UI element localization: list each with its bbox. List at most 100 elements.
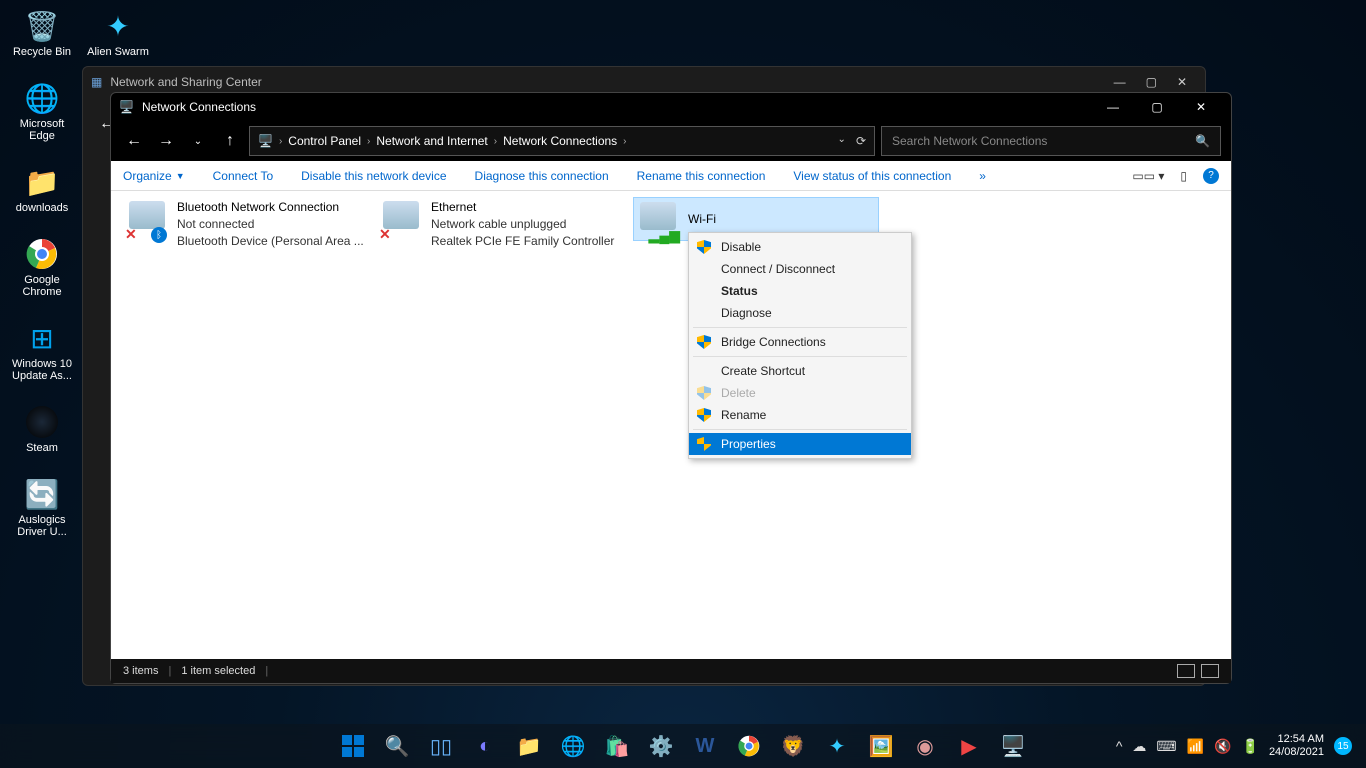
- ctx-label: Bridge Connections: [721, 335, 826, 349]
- breadcrumb-segment[interactable]: Network and Internet: [376, 134, 487, 148]
- brave-button[interactable]: 🦁: [774, 727, 812, 765]
- settings-button[interactable]: ⚙️: [642, 727, 680, 765]
- minimize-button[interactable]: —: [1114, 75, 1126, 89]
- chevron-down-icon: ▼: [176, 171, 185, 181]
- ctx-label: Connect / Disconnect: [721, 262, 835, 276]
- start-button[interactable]: [334, 727, 372, 765]
- widgets-button[interactable]: ◐: [466, 727, 504, 765]
- notification-badge[interactable]: 15: [1334, 737, 1352, 755]
- view-options-button[interactable]: ▭▭ ▾: [1132, 169, 1164, 183]
- ctx-connect-disconnect[interactable]: Connect / Disconnect: [689, 258, 911, 280]
- ctx-properties[interactable]: Properties: [689, 433, 911, 455]
- edge-button[interactable]: 🌐: [554, 727, 592, 765]
- ctx-rename[interactable]: Rename: [689, 404, 911, 426]
- steam-icon: [22, 402, 62, 442]
- windows-icon: ⊞: [22, 318, 62, 358]
- titlebar[interactable]: 🖥️ Network Connections — ▢ ✕: [111, 93, 1231, 121]
- close-button[interactable]: ✕: [1179, 93, 1223, 121]
- adapter-icon: ✕ᛒ: [125, 199, 169, 243]
- ctx-status[interactable]: Status: [689, 280, 911, 302]
- toolbar-disable[interactable]: Disable this network device: [301, 169, 446, 183]
- desktop-icon-steam[interactable]: Steam: [6, 402, 78, 454]
- adapter-ethernet[interactable]: ✕ Ethernet Network cable unplugged Realt…: [379, 199, 629, 249]
- desktop-icon-downloads[interactable]: 📁downloads: [6, 162, 78, 214]
- maximize-button[interactable]: ▢: [1135, 93, 1179, 121]
- ctx-disable[interactable]: Disable: [689, 236, 911, 258]
- photos-button[interactable]: 🖼️: [862, 727, 900, 765]
- maximize-button[interactable]: ▢: [1146, 75, 1157, 89]
- refresh-button[interactable]: ⟳: [856, 134, 866, 148]
- desktop-icon-label: Alien Swarm: [87, 46, 149, 58]
- toolbar-connect-to[interactable]: Connect To: [213, 169, 274, 183]
- volume-icon[interactable]: 🔇: [1214, 738, 1231, 755]
- breadcrumb-segment[interactable]: Network Connections: [503, 134, 617, 148]
- chrome-button[interactable]: [730, 727, 768, 765]
- organize-menu[interactable]: Organize▼: [123, 169, 185, 183]
- search-icon: 🔍: [1195, 134, 1210, 148]
- adapter-bluetooth[interactable]: ✕ᛒ Bluetooth Network Connection Not conn…: [125, 199, 375, 249]
- toolbar-overflow[interactable]: »: [979, 169, 986, 183]
- large-icons-view-button[interactable]: [1201, 664, 1219, 678]
- desktop-icon-label: Windows 10 Update As...: [6, 358, 78, 382]
- window-title: Network Connections: [142, 100, 256, 114]
- folder-icon: 📁: [22, 162, 62, 202]
- search-button[interactable]: 🔍: [378, 727, 416, 765]
- adapter-icon: ✕: [379, 199, 423, 243]
- task-view-button[interactable]: ▯▯: [422, 727, 460, 765]
- desktop-icon-edge[interactable]: 🌐Microsoft Edge: [6, 78, 78, 142]
- clock[interactable]: 12:54 AM 24/08/2021: [1269, 733, 1324, 759]
- store-button[interactable]: 🛍️: [598, 727, 636, 765]
- nav-back-button[interactable]: ←: [121, 128, 147, 154]
- preview-pane-button[interactable]: ▯: [1180, 169, 1187, 183]
- desktop-icon-recycle-bin[interactable]: 🗑️Recycle Bin: [6, 6, 78, 58]
- minimize-button[interactable]: —: [1091, 93, 1135, 121]
- desktop-icon-chrome[interactable]: Google Chrome: [6, 234, 78, 298]
- keyboard-icon[interactable]: ⌨: [1156, 738, 1176, 755]
- battery-icon[interactable]: 🔋: [1242, 738, 1259, 755]
- nav-recent-dropdown[interactable]: ⌄: [185, 128, 211, 154]
- control-panel-button[interactable]: 🖥️: [994, 727, 1032, 765]
- nav-up-button[interactable]: ↑: [217, 128, 243, 154]
- shield-icon: [697, 240, 711, 254]
- toolbar-rename[interactable]: Rename this connection: [637, 169, 766, 183]
- close-button[interactable]: ✕: [1177, 75, 1187, 89]
- desktop-icon-alienswarm[interactable]: ✦Alien Swarm: [82, 6, 154, 58]
- adapter-device: Bluetooth Device (Personal Area ...: [177, 233, 364, 250]
- wifi-icon[interactable]: 📶: [1187, 738, 1204, 755]
- ctx-label: Properties: [721, 437, 776, 451]
- chevron-right-icon: ›: [367, 136, 370, 147]
- desktop-icon-label: Auslogics Driver U...: [6, 514, 78, 538]
- tray-overflow-icon[interactable]: ^: [1116, 738, 1123, 754]
- app-button[interactable]: ◉: [906, 727, 944, 765]
- ctx-create-shortcut[interactable]: Create Shortcut: [689, 360, 911, 382]
- word-button[interactable]: W: [686, 727, 724, 765]
- app-icon: ▦: [91, 75, 102, 89]
- desktop-icon-winupdate[interactable]: ⊞Windows 10 Update As...: [6, 318, 78, 382]
- taskbar: 🔍 ▯▯ ◐ 📁 🌐 🛍️ ⚙️ W 🦁 ✦ 🖼️ ◉ ▶ 🖥️ ^ ☁ ⌨ 📶…: [0, 724, 1366, 768]
- address-dropdown-icon[interactable]: ⌄: [838, 134, 846, 148]
- separator: |: [168, 665, 171, 677]
- help-button[interactable]: ?: [1203, 168, 1219, 184]
- shield-icon: [697, 437, 711, 451]
- file-explorer-button[interactable]: 📁: [510, 727, 548, 765]
- app-button-2[interactable]: ▶: [950, 727, 988, 765]
- separator: [693, 356, 907, 357]
- onedrive-icon[interactable]: ☁: [1132, 738, 1146, 755]
- ctx-bridge-connections[interactable]: Bridge Connections: [689, 331, 911, 353]
- desktop-icons-column-2: ✦Alien Swarm: [82, 6, 154, 58]
- search-input[interactable]: Search Network Connections 🔍: [881, 126, 1221, 156]
- desktop-icon-auslogics[interactable]: 🔄Auslogics Driver U...: [6, 474, 78, 538]
- desktop-icon-label: downloads: [16, 202, 69, 214]
- breadcrumb-segment[interactable]: Control Panel: [288, 134, 361, 148]
- nav-forward-button[interactable]: →: [153, 128, 179, 154]
- toolbar-diagnose[interactable]: Diagnose this connection: [475, 169, 609, 183]
- details-view-button[interactable]: [1177, 664, 1195, 678]
- window-network-connections: 🖥️ Network Connections — ▢ ✕ ← → ⌄ ↑ 🖥️ …: [110, 92, 1232, 684]
- adapter-icon: ▂▄▆: [636, 200, 680, 244]
- ctx-diagnose[interactable]: Diagnose: [689, 302, 911, 324]
- breadcrumb[interactable]: 🖥️ › Control Panel › Network and Interne…: [249, 126, 875, 156]
- alien-button[interactable]: ✦: [818, 727, 856, 765]
- ctx-label: Create Shortcut: [721, 364, 805, 378]
- window-controls: — ▢ ✕: [1091, 93, 1223, 121]
- toolbar-view-status[interactable]: View status of this connection: [793, 169, 951, 183]
